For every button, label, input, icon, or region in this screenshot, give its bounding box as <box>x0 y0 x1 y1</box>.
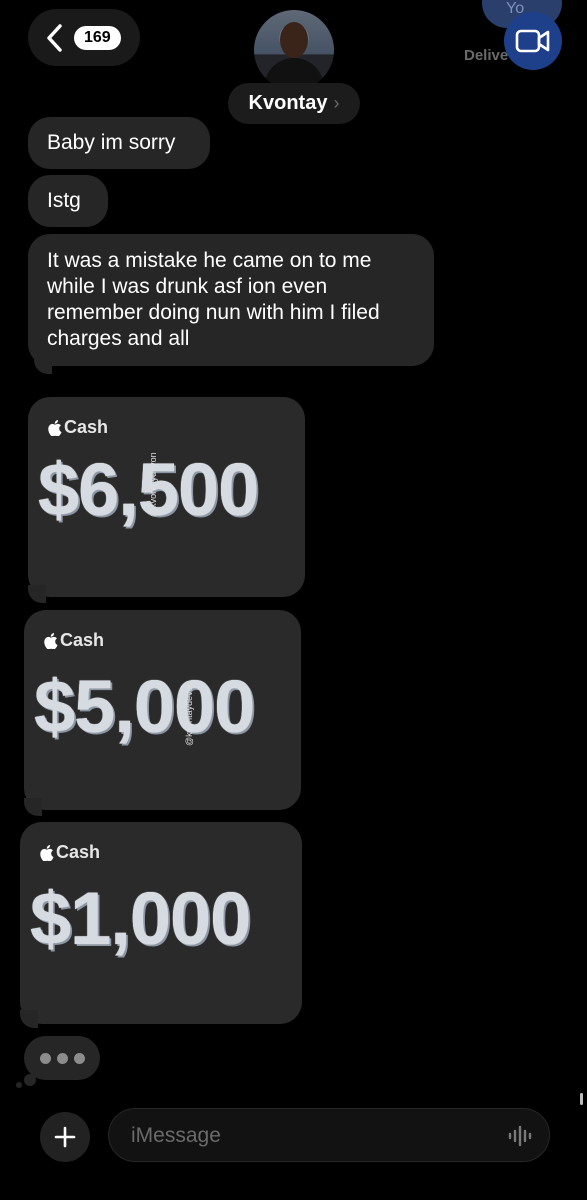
apple-cash-label: Cash <box>40 842 100 863</box>
cash-amount: $5,000 <box>34 665 255 748</box>
typing-tail <box>24 1074 36 1086</box>
apps-plus-button[interactable] <box>40 1112 90 1162</box>
message-text: Baby im sorry <box>47 131 176 154</box>
apple-cash-bubble[interactable]: Cash $1,000 <box>20 822 302 1024</box>
message-input[interactable] <box>129 1121 493 1151</box>
typing-indicator <box>24 1036 100 1080</box>
contact-avatar[interactable] <box>254 10 334 90</box>
cash-amount: $1,000 <box>30 877 251 960</box>
imessage-compose-field[interactable] <box>108 1108 550 1162</box>
typing-dot <box>39 1052 51 1064</box>
cash-label-text: Cash <box>56 842 101 862</box>
bubble-tail <box>24 798 42 816</box>
watermark: @kvontaydevon <box>148 452 158 517</box>
bubble-tail <box>28 585 46 603</box>
watermark: @kvontaydevon <box>184 681 194 746</box>
delivered-status: Delive <box>464 47 509 64</box>
message-bubble[interactable]: Baby im sorry <box>28 117 210 169</box>
typing-dot <box>73 1052 85 1064</box>
apple-cash-label: Cash <box>44 630 104 651</box>
bubble-tail <box>20 1010 38 1028</box>
back-button[interactable]: 169 <box>28 9 140 66</box>
contact-name: Kvontay <box>248 92 328 114</box>
typing-tail <box>16 1082 22 1088</box>
message-text: Istg <box>47 189 81 212</box>
scroll-indicator[interactable] <box>580 1093 583 1105</box>
typing-dot <box>56 1052 68 1064</box>
audio-waveform-icon[interactable] <box>507 1124 535 1148</box>
cash-label-text: Cash <box>64 417 109 437</box>
plus-icon <box>54 1126 76 1148</box>
apple-cash-bubble[interactable]: Cash $5,000 @kvontaydevon <box>24 610 301 810</box>
contact-name-button[interactable]: Kvontay › <box>228 83 360 124</box>
message-text: It was a mistake he came on to me while … <box>47 249 380 350</box>
apple-logo-icon <box>44 632 58 649</box>
cash-label-text: Cash <box>60 630 105 650</box>
video-camera-icon <box>515 29 550 53</box>
chevron-left-icon <box>47 23 62 52</box>
message-bubble[interactable]: It was a mistake he came on to me while … <box>28 234 434 366</box>
apple-logo-icon <box>48 419 62 436</box>
apple-cash-bubble[interactable]: Cash $6,500 @kvontaydevon <box>28 397 305 597</box>
facetime-video-button[interactable] <box>504 12 562 70</box>
apple-logo-icon <box>40 844 54 861</box>
message-bubble[interactable]: Istg <box>28 175 108 227</box>
chevron-right-icon: › <box>333 93 340 113</box>
unread-count-badge: 169 <box>74 25 121 50</box>
bubble-tail <box>34 356 52 374</box>
apple-cash-label: Cash <box>48 417 108 438</box>
